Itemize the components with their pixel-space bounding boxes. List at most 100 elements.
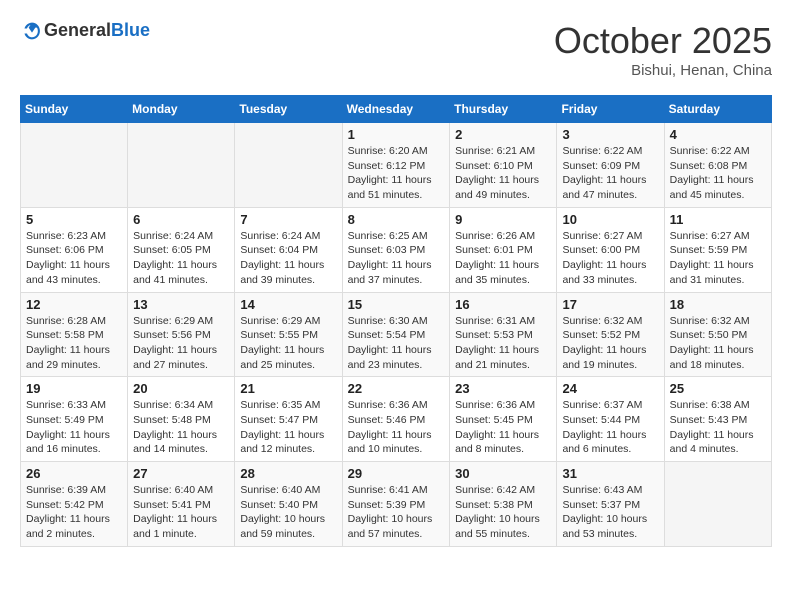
logo: GeneralBlue xyxy=(20,20,150,41)
calendar-cell: 17 Sunrise: 6:32 AM Sunset: 5:52 PM Dayli… xyxy=(557,292,664,377)
day-number: 6 xyxy=(133,212,229,227)
day-info: Sunrise: 6:38 AM Sunset: 5:43 PM Dayligh… xyxy=(670,398,766,457)
day-info: Sunrise: 6:37 AM Sunset: 5:44 PM Dayligh… xyxy=(562,398,658,457)
day-info: Sunrise: 6:30 AM Sunset: 5:54 PM Dayligh… xyxy=(348,314,445,373)
day-number: 18 xyxy=(670,297,766,312)
day-info: Sunrise: 6:40 AM Sunset: 5:40 PM Dayligh… xyxy=(240,483,336,542)
day-info: Sunrise: 6:29 AM Sunset: 5:56 PM Dayligh… xyxy=(133,314,229,373)
day-number: 17 xyxy=(562,297,658,312)
day-number: 1 xyxy=(348,127,445,142)
calendar-cell: 27 Sunrise: 6:40 AM Sunset: 5:41 PM Dayli… xyxy=(128,462,235,547)
day-number: 13 xyxy=(133,297,229,312)
day-info: Sunrise: 6:32 AM Sunset: 5:50 PM Dayligh… xyxy=(670,314,766,373)
day-info: Sunrise: 6:22 AM Sunset: 6:09 PM Dayligh… xyxy=(562,144,658,203)
day-number: 15 xyxy=(348,297,445,312)
day-number: 27 xyxy=(133,466,229,481)
calendar-cell xyxy=(21,123,128,208)
day-number: 12 xyxy=(26,297,122,312)
weekday-header: Wednesday xyxy=(342,96,450,123)
calendar-header-row: SundayMondayTuesdayWednesdayThursdayFrid… xyxy=(21,96,772,123)
calendar-cell: 8 Sunrise: 6:25 AM Sunset: 6:03 PM Daylig… xyxy=(342,207,450,292)
calendar-cell: 5 Sunrise: 6:23 AM Sunset: 6:06 PM Daylig… xyxy=(21,207,128,292)
calendar-cell: 9Sunrise: 6:26 AM Sunset: 6:01 PM Daylig… xyxy=(450,207,557,292)
day-info: Sunrise: 6:22 AM Sunset: 6:08 PM Dayligh… xyxy=(670,144,766,203)
calendar-cell: 7Sunrise: 6:24 AM Sunset: 6:04 PM Daylig… xyxy=(235,207,342,292)
day-number: 2 xyxy=(455,127,551,142)
day-info: Sunrise: 6:34 AM Sunset: 5:48 PM Dayligh… xyxy=(133,398,229,457)
day-number: 28 xyxy=(240,466,336,481)
calendar-week-row: 19 Sunrise: 6:33 AM Sunset: 5:49 PM Dayli… xyxy=(21,377,772,462)
day-info: Sunrise: 6:43 AM Sunset: 5:37 PM Dayligh… xyxy=(562,483,658,542)
calendar-cell xyxy=(128,123,235,208)
title-block: October 2025 Bishui, Henan, China xyxy=(554,20,772,79)
calendar-cell: 4 Sunrise: 6:22 AM Sunset: 6:08 PM Daylig… xyxy=(664,123,771,208)
calendar-cell: 11 Sunrise: 6:27 AM Sunset: 5:59 PM Dayli… xyxy=(664,207,771,292)
day-number: 31 xyxy=(562,466,658,481)
day-number: 14 xyxy=(240,297,336,312)
day-info: Sunrise: 6:33 AM Sunset: 5:49 PM Dayligh… xyxy=(26,398,122,457)
logo-general: General xyxy=(44,20,111,40)
calendar-cell: 19 Sunrise: 6:33 AM Sunset: 5:49 PM Dayli… xyxy=(21,377,128,462)
calendar-cell: 13 Sunrise: 6:29 AM Sunset: 5:56 PM Dayli… xyxy=(128,292,235,377)
day-info: Sunrise: 6:21 AM Sunset: 6:10 PM Dayligh… xyxy=(455,144,551,203)
logo-icon xyxy=(22,21,42,41)
day-number: 29 xyxy=(348,466,445,481)
calendar-cell: 16Sunrise: 6:31 AM Sunset: 5:53 PM Dayli… xyxy=(450,292,557,377)
day-number: 4 xyxy=(670,127,766,142)
calendar-cell xyxy=(235,123,342,208)
calendar-cell: 23Sunrise: 6:36 AM Sunset: 5:45 PM Dayli… xyxy=(450,377,557,462)
day-info: Sunrise: 6:29 AM Sunset: 5:55 PM Dayligh… xyxy=(240,314,336,373)
calendar-cell: 31 Sunrise: 6:43 AM Sunset: 5:37 PM Dayli… xyxy=(557,462,664,547)
weekday-header: Thursday xyxy=(450,96,557,123)
day-info: Sunrise: 6:25 AM Sunset: 6:03 PM Dayligh… xyxy=(348,229,445,288)
calendar-week-row: 26 Sunrise: 6:39 AM Sunset: 5:42 PM Dayli… xyxy=(21,462,772,547)
day-number: 3 xyxy=(562,127,658,142)
day-number: 24 xyxy=(562,381,658,396)
day-number: 10 xyxy=(562,212,658,227)
weekday-header: Tuesday xyxy=(235,96,342,123)
calendar-cell: 18 Sunrise: 6:32 AM Sunset: 5:50 PM Dayli… xyxy=(664,292,771,377)
calendar-week-row: 12Sunrise: 6:28 AM Sunset: 5:58 PM Dayli… xyxy=(21,292,772,377)
calendar-cell: 29 Sunrise: 6:41 AM Sunset: 5:39 PM Dayli… xyxy=(342,462,450,547)
calendar-cell: 24 Sunrise: 6:37 AM Sunset: 5:44 PM Dayli… xyxy=(557,377,664,462)
day-number: 11 xyxy=(670,212,766,227)
day-info: Sunrise: 6:27 AM Sunset: 6:00 PM Dayligh… xyxy=(562,229,658,288)
calendar-cell: 1Sunrise: 6:20 AM Sunset: 6:12 PM Daylig… xyxy=(342,123,450,208)
calendar-table: SundayMondayTuesdayWednesdayThursdayFrid… xyxy=(20,95,772,547)
day-info: Sunrise: 6:32 AM Sunset: 5:52 PM Dayligh… xyxy=(562,314,658,373)
day-info: Sunrise: 6:24 AM Sunset: 6:05 PM Dayligh… xyxy=(133,229,229,288)
day-info: Sunrise: 6:35 AM Sunset: 5:47 PM Dayligh… xyxy=(240,398,336,457)
day-number: 19 xyxy=(26,381,122,396)
calendar-cell: 25 Sunrise: 6:38 AM Sunset: 5:43 PM Dayli… xyxy=(664,377,771,462)
day-info: Sunrise: 6:23 AM Sunset: 6:06 PM Dayligh… xyxy=(26,229,122,288)
calendar-cell: 6 Sunrise: 6:24 AM Sunset: 6:05 PM Daylig… xyxy=(128,207,235,292)
day-info: Sunrise: 6:40 AM Sunset: 5:41 PM Dayligh… xyxy=(133,483,229,542)
calendar-week-row: 1Sunrise: 6:20 AM Sunset: 6:12 PM Daylig… xyxy=(21,123,772,208)
calendar-cell: 3 Sunrise: 6:22 AM Sunset: 6:09 PM Daylig… xyxy=(557,123,664,208)
calendar-cell: 15 Sunrise: 6:30 AM Sunset: 5:54 PM Dayli… xyxy=(342,292,450,377)
calendar-cell: 22Sunrise: 6:36 AM Sunset: 5:46 PM Dayli… xyxy=(342,377,450,462)
day-info: Sunrise: 6:41 AM Sunset: 5:39 PM Dayligh… xyxy=(348,483,445,542)
day-number: 25 xyxy=(670,381,766,396)
day-number: 26 xyxy=(26,466,122,481)
month-title: October 2025 xyxy=(554,20,772,62)
day-number: 5 xyxy=(26,212,122,227)
day-info: Sunrise: 6:27 AM Sunset: 5:59 PM Dayligh… xyxy=(670,229,766,288)
weekday-header: Monday xyxy=(128,96,235,123)
day-number: 7 xyxy=(240,212,336,227)
weekday-header: Friday xyxy=(557,96,664,123)
calendar-cell: 20Sunrise: 6:34 AM Sunset: 5:48 PM Dayli… xyxy=(128,377,235,462)
calendar-cell: 21 Sunrise: 6:35 AM Sunset: 5:47 PM Dayli… xyxy=(235,377,342,462)
logo-text: GeneralBlue xyxy=(44,20,150,41)
day-number: 8 xyxy=(348,212,445,227)
page-header: GeneralBlue October 2025 Bishui, Henan, … xyxy=(20,20,772,79)
day-info: Sunrise: 6:36 AM Sunset: 5:45 PM Dayligh… xyxy=(455,398,551,457)
day-info: Sunrise: 6:39 AM Sunset: 5:42 PM Dayligh… xyxy=(26,483,122,542)
calendar-cell: 14 Sunrise: 6:29 AM Sunset: 5:55 PM Dayli… xyxy=(235,292,342,377)
day-number: 21 xyxy=(240,381,336,396)
weekday-header: Saturday xyxy=(664,96,771,123)
day-number: 9 xyxy=(455,212,551,227)
calendar-cell: 28 Sunrise: 6:40 AM Sunset: 5:40 PM Dayli… xyxy=(235,462,342,547)
calendar-cell: 26 Sunrise: 6:39 AM Sunset: 5:42 PM Dayli… xyxy=(21,462,128,547)
calendar-cell: 30Sunrise: 6:42 AM Sunset: 5:38 PM Dayli… xyxy=(450,462,557,547)
